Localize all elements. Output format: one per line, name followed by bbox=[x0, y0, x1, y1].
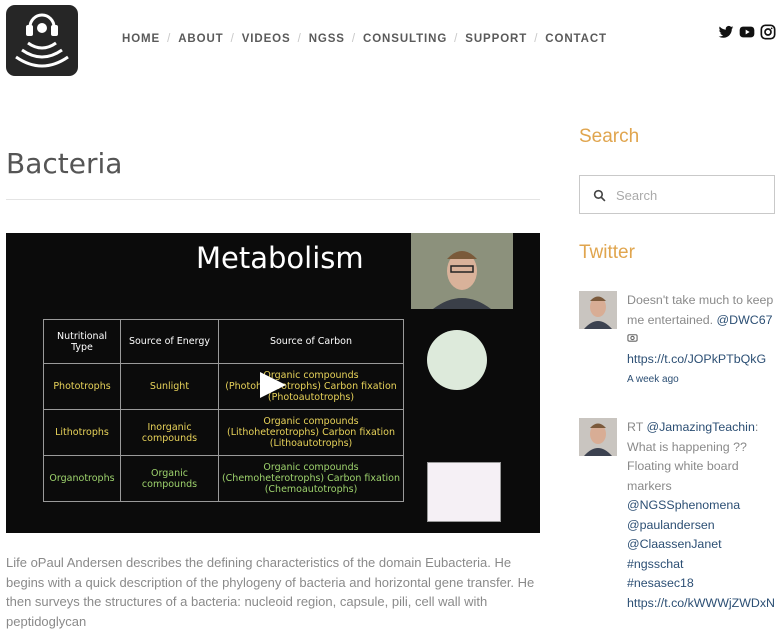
video-slide-title: Metabolism bbox=[196, 241, 364, 275]
metabolism-table: Nutritional Type Source of Energy Source… bbox=[43, 319, 404, 502]
table-cell: Inorganic compounds bbox=[120, 409, 219, 456]
tweet-hashtag[interactable]: #nesasec18 bbox=[627, 576, 694, 590]
tweet-text: Doesn't take much to keep me entertained… bbox=[627, 291, 779, 390]
search-input[interactable] bbox=[614, 176, 768, 215]
twitter-heading: Twitter bbox=[579, 242, 635, 263]
camera-icon bbox=[627, 332, 638, 346]
nav-ngss[interactable]: NGSS bbox=[309, 33, 345, 45]
nav-support[interactable]: SUPPORT bbox=[465, 33, 527, 45]
presenter-webcam bbox=[411, 233, 513, 309]
tweet-link[interactable]: https://t.co/kWWWjZWDxN bbox=[627, 596, 775, 610]
nav-separator: / bbox=[167, 33, 172, 45]
play-icon[interactable] bbox=[260, 372, 286, 398]
microscope-image bbox=[427, 330, 487, 390]
tweet-mention[interactable]: @ClaassenJanet bbox=[627, 537, 722, 551]
page-title: Bacteria bbox=[6, 146, 123, 180]
video-player[interactable]: Metabolism Nutritional Type Source of En… bbox=[6, 233, 540, 533]
youtube-icon[interactable] bbox=[739, 24, 755, 40]
nav-consulting[interactable]: CONSULTING bbox=[363, 33, 447, 45]
tweet-mention[interactable]: @JamazingTeachin bbox=[647, 420, 755, 434]
nav-separator: / bbox=[230, 33, 235, 45]
nav-separator: / bbox=[351, 33, 356, 45]
nav-separator: / bbox=[454, 33, 459, 45]
social-links bbox=[718, 24, 776, 40]
tweet-mention[interactable]: @paulandersen bbox=[627, 518, 715, 532]
bacteria-stain-image bbox=[427, 462, 501, 522]
table-cell: Lithotrophs bbox=[43, 409, 121, 456]
nav-contact[interactable]: CONTACT bbox=[545, 33, 607, 45]
table-cell: Organic compounds bbox=[120, 455, 219, 502]
video-description: Life oPaul Andersen describes the defini… bbox=[6, 555, 535, 629]
table-cell: Sunlight bbox=[120, 363, 219, 410]
nav-about[interactable]: ABOUT bbox=[178, 33, 223, 45]
table-cell: Organic compounds (Photoheterotrophs) Ca… bbox=[218, 363, 404, 410]
tweet-time[interactable]: A week ago bbox=[627, 374, 679, 385]
search-icon bbox=[593, 189, 606, 202]
table-cell: Organic compounds (Lithoheterotrophs) Ca… bbox=[218, 409, 404, 456]
nav-separator: / bbox=[534, 33, 539, 45]
tweet-mention[interactable]: @NGSSphenomena bbox=[627, 498, 740, 512]
avatar[interactable] bbox=[579, 418, 617, 456]
header-source-energy: Source of Energy bbox=[120, 319, 219, 364]
tweet-text: RT @JamazingTeachin: What is happening ?… bbox=[627, 418, 779, 613]
nav-videos[interactable]: VIDEOS bbox=[242, 33, 291, 45]
search-box bbox=[579, 175, 775, 215]
main-nav: HOME / ABOUT / VIDEOS / NGSS / CONSULTIN… bbox=[122, 33, 607, 45]
nav-home[interactable]: HOME bbox=[122, 33, 160, 45]
header-nutritional-type: Nutritional Type bbox=[43, 319, 121, 364]
site-logo[interactable] bbox=[6, 5, 78, 76]
header-source-carbon: Source of Carbon bbox=[218, 319, 404, 364]
headphones-logo-icon bbox=[15, 13, 69, 68]
table-cell: Phototrophs bbox=[43, 363, 121, 410]
tweet-mention[interactable]: @DWC67 bbox=[717, 313, 773, 327]
tweet-prefix: RT bbox=[627, 420, 647, 434]
tweet-hashtag[interactable]: #ngsschat bbox=[627, 557, 683, 571]
nav-separator: / bbox=[297, 33, 302, 45]
title-divider bbox=[6, 199, 540, 200]
table-cell: Organic compounds (Chemoheterotrophs) Ca… bbox=[218, 455, 404, 502]
twitter-icon[interactable] bbox=[718, 24, 734, 40]
tweet-link[interactable]: https://t.co/JOPkPTbQkG bbox=[627, 352, 766, 366]
avatar[interactable] bbox=[579, 291, 617, 329]
instagram-icon[interactable] bbox=[760, 24, 776, 40]
table-cell: Organotrophs bbox=[43, 455, 121, 502]
search-heading: Search bbox=[579, 126, 640, 147]
